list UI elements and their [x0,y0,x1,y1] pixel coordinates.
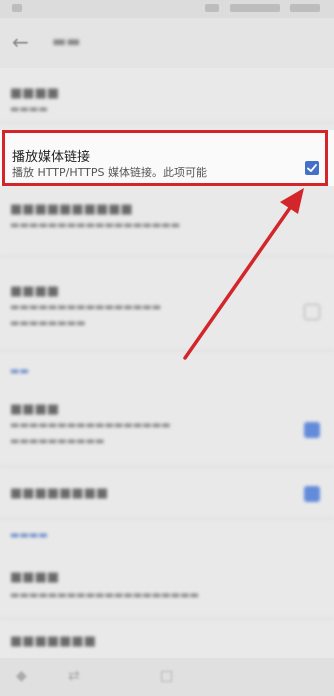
bottom-toolbar: ◆ ⇄ □ [0,658,334,696]
toolbar-icon[interactable]: ◆ [16,668,27,684]
toolbar-icon[interactable]: □ [160,668,173,684]
toolbar-icon[interactable]: ⇄ [68,668,80,684]
annotation-arrow-icon [183,188,304,360]
